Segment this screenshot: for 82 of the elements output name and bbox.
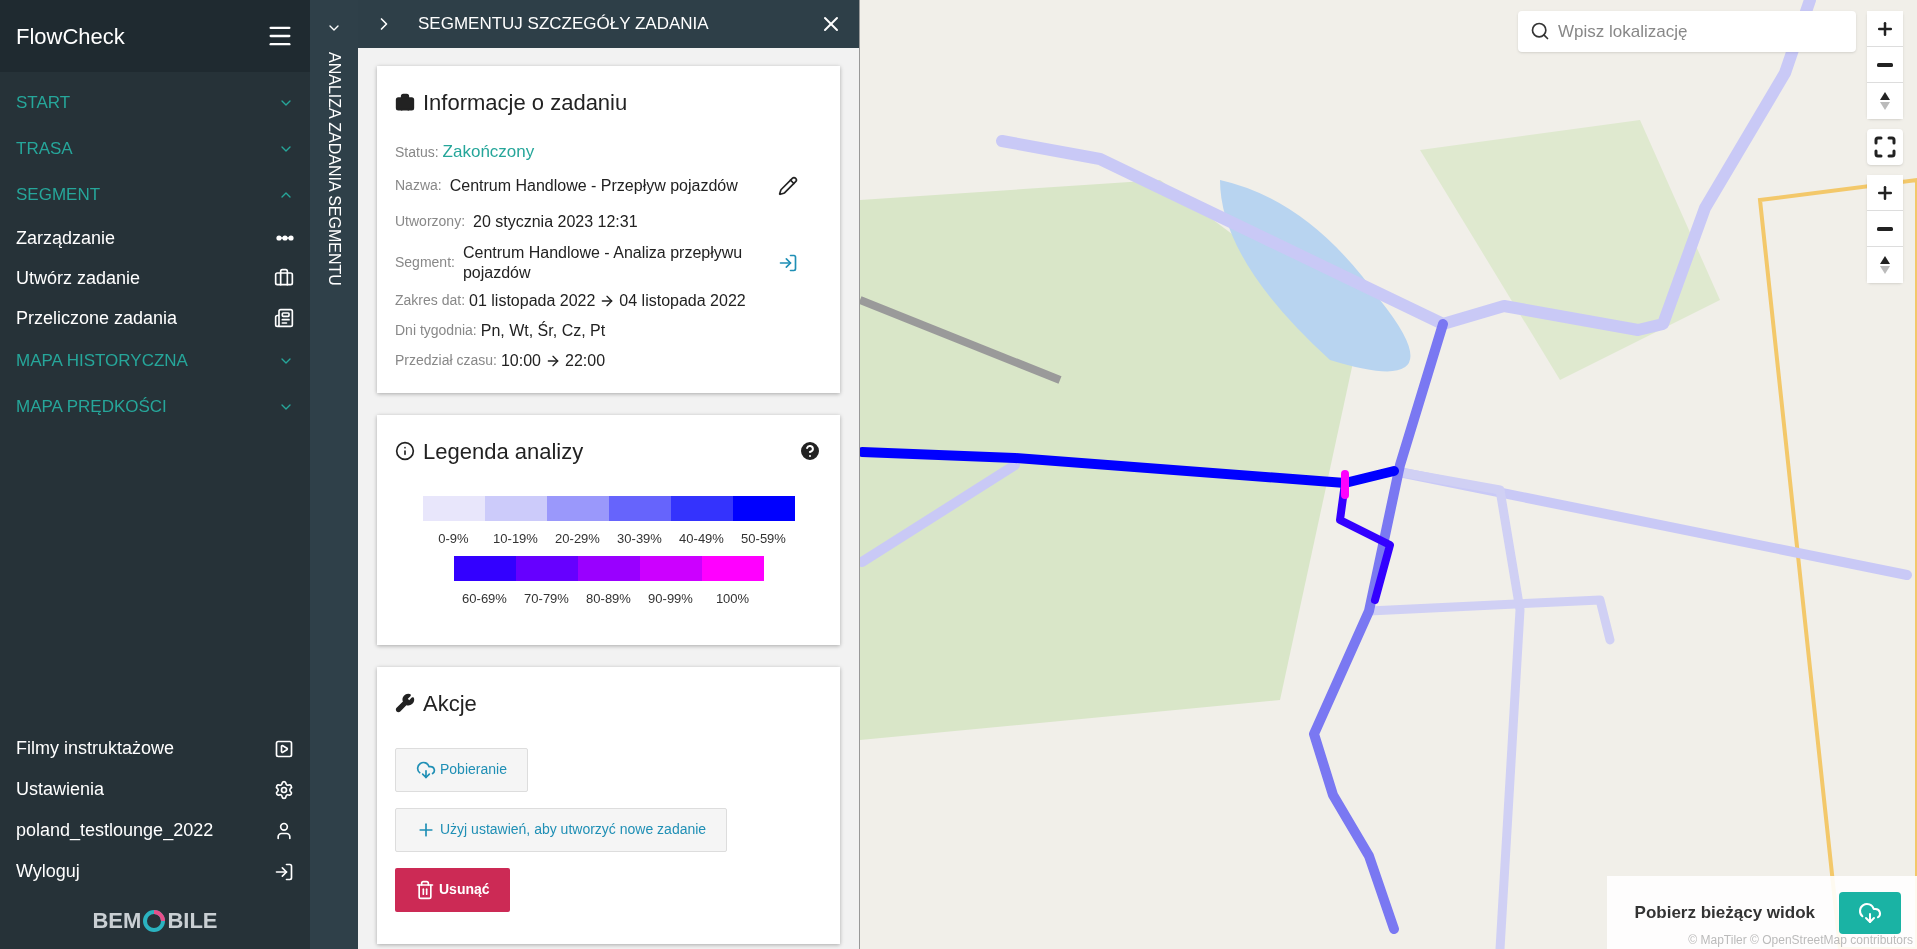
app-title: FlowCheck xyxy=(16,22,125,51)
help-icon[interactable] xyxy=(798,439,822,463)
footer-item[interactable]: Filmy instruktażowe xyxy=(0,728,310,769)
status-value: Zakończony xyxy=(442,141,535,163)
export-label: Pobierz bieżący widok xyxy=(1634,901,1815,924)
legend-label: 30-39% xyxy=(617,529,662,548)
search-field[interactable]: Wpisz lokalizację xyxy=(1518,11,1856,52)
legend-label: 40-49% xyxy=(679,529,724,548)
field-value: 01 listopada 2022 xyxy=(469,290,596,311)
legend-label: 10-19% xyxy=(493,529,538,548)
footer-item[interactable]: Wyloguj xyxy=(0,851,310,892)
field-value: 04 listopada 2022 xyxy=(619,290,746,311)
action-icon xyxy=(415,879,435,900)
action-button[interactable]: Usunąć xyxy=(395,867,510,912)
nav-item[interactable]: Utwórz zadanie xyxy=(0,258,310,298)
nav-item[interactable]: Zarządzanie xyxy=(0,218,310,258)
zoom-in-button[interactable] xyxy=(1867,175,1903,211)
info-icon xyxy=(395,441,415,461)
dots-icon xyxy=(276,235,294,241)
legend-label: 80-89% xyxy=(586,590,631,608)
open-icon[interactable] xyxy=(778,252,798,273)
legend-label: 50-59% xyxy=(741,529,786,548)
side-tab[interactable]: ANALIZA ZADANIA SEGMENTU xyxy=(310,0,358,949)
fullscreen-button[interactable] xyxy=(1867,129,1903,165)
nav-section[interactable]: MAPA HISTORYCZNA xyxy=(0,338,310,384)
pencil-icon[interactable] xyxy=(778,175,798,196)
field-label: Przedział czasu: xyxy=(395,351,497,370)
field-value: Centrum Handlowe - Przepływ pojazdów xyxy=(449,175,739,196)
fullscreen-icon xyxy=(1873,135,1897,159)
cloud-download-icon xyxy=(1858,900,1882,925)
nav-section[interactable]: SEGMENT xyxy=(0,172,310,218)
field-label: Segment: xyxy=(395,253,455,272)
card-title: Informacje o zadaniu xyxy=(423,89,628,117)
legend-label: 70-79% xyxy=(524,590,569,608)
action-icon xyxy=(416,759,436,780)
nav-section[interactable]: START xyxy=(0,80,310,126)
field-value: 22:00 xyxy=(565,350,606,371)
briefcase-icon xyxy=(395,92,415,113)
logo: BEM BILE xyxy=(92,907,218,935)
compass-icon xyxy=(1880,256,1890,274)
minus-icon xyxy=(1877,226,1893,231)
footer-item[interactable]: poland_testlounge_2022 xyxy=(0,810,310,851)
field-value: 20 stycznia 2023 12:31 xyxy=(473,211,639,232)
action-button[interactable]: Użyj ustawień, aby utworzyć nowe zadanie xyxy=(395,807,728,852)
field-value: 10:00 xyxy=(500,350,541,371)
footer-item-icon xyxy=(274,779,294,800)
side-tab-label: ANALIZA ZADANIA SEGMENTU xyxy=(325,52,344,286)
legend-label: 20-29% xyxy=(555,529,600,548)
search-icon xyxy=(1530,21,1550,41)
footer-item-icon xyxy=(274,738,294,759)
zoom-out-button[interactable] xyxy=(1867,211,1903,247)
nav-item-icon xyxy=(274,308,294,328)
panel-title: SEGMENTUJ SZCZEGÓŁY ZADANIA xyxy=(418,13,710,36)
footer-item-icon xyxy=(274,820,294,841)
field-label: Status: xyxy=(395,143,439,162)
nav-section[interactable]: MAPA PRĘDKOŚCI xyxy=(0,384,310,430)
card-title: Akcje xyxy=(423,689,477,718)
field-value: Pn, Wt, Śr, Cz, Pt xyxy=(480,320,606,341)
wrench-icon xyxy=(395,693,415,713)
compass-button[interactable] xyxy=(1867,247,1903,283)
compass-icon xyxy=(1880,92,1890,110)
legend-label: 100% xyxy=(715,590,750,608)
legend-label: 90-99% xyxy=(648,590,693,608)
compass-button[interactable] xyxy=(1867,83,1903,119)
field-value: Centrum Handlowe - Analiza przepływu pojazdów xyxy=(462,242,744,283)
map-attribution: © MapTiler © OpenStreetMap contributors xyxy=(1688,932,1913,949)
field-label: Dni tygodnia: xyxy=(395,321,477,340)
nav-item[interactable]: Przeliczone zadania xyxy=(0,298,310,338)
nav-section[interactable]: TRASA xyxy=(0,126,310,172)
footer-item[interactable]: Ustawienia xyxy=(0,769,310,810)
zoom-in-button[interactable] xyxy=(1867,11,1903,47)
minus-icon xyxy=(1877,62,1893,67)
field-label: Zakres dat: xyxy=(395,291,466,310)
zoom-out-button[interactable] xyxy=(1867,47,1903,83)
nav-item-icon xyxy=(274,268,294,288)
legend-label: 60-69% xyxy=(462,590,507,608)
download-view-button[interactable] xyxy=(1839,891,1901,934)
field-label: Utworzony: xyxy=(395,212,466,231)
legend-label: 0-9% xyxy=(438,529,469,548)
card-title: Legenda analizy xyxy=(423,437,585,466)
field-label: Nazwa: xyxy=(395,176,442,195)
footer-item-icon xyxy=(274,861,294,882)
